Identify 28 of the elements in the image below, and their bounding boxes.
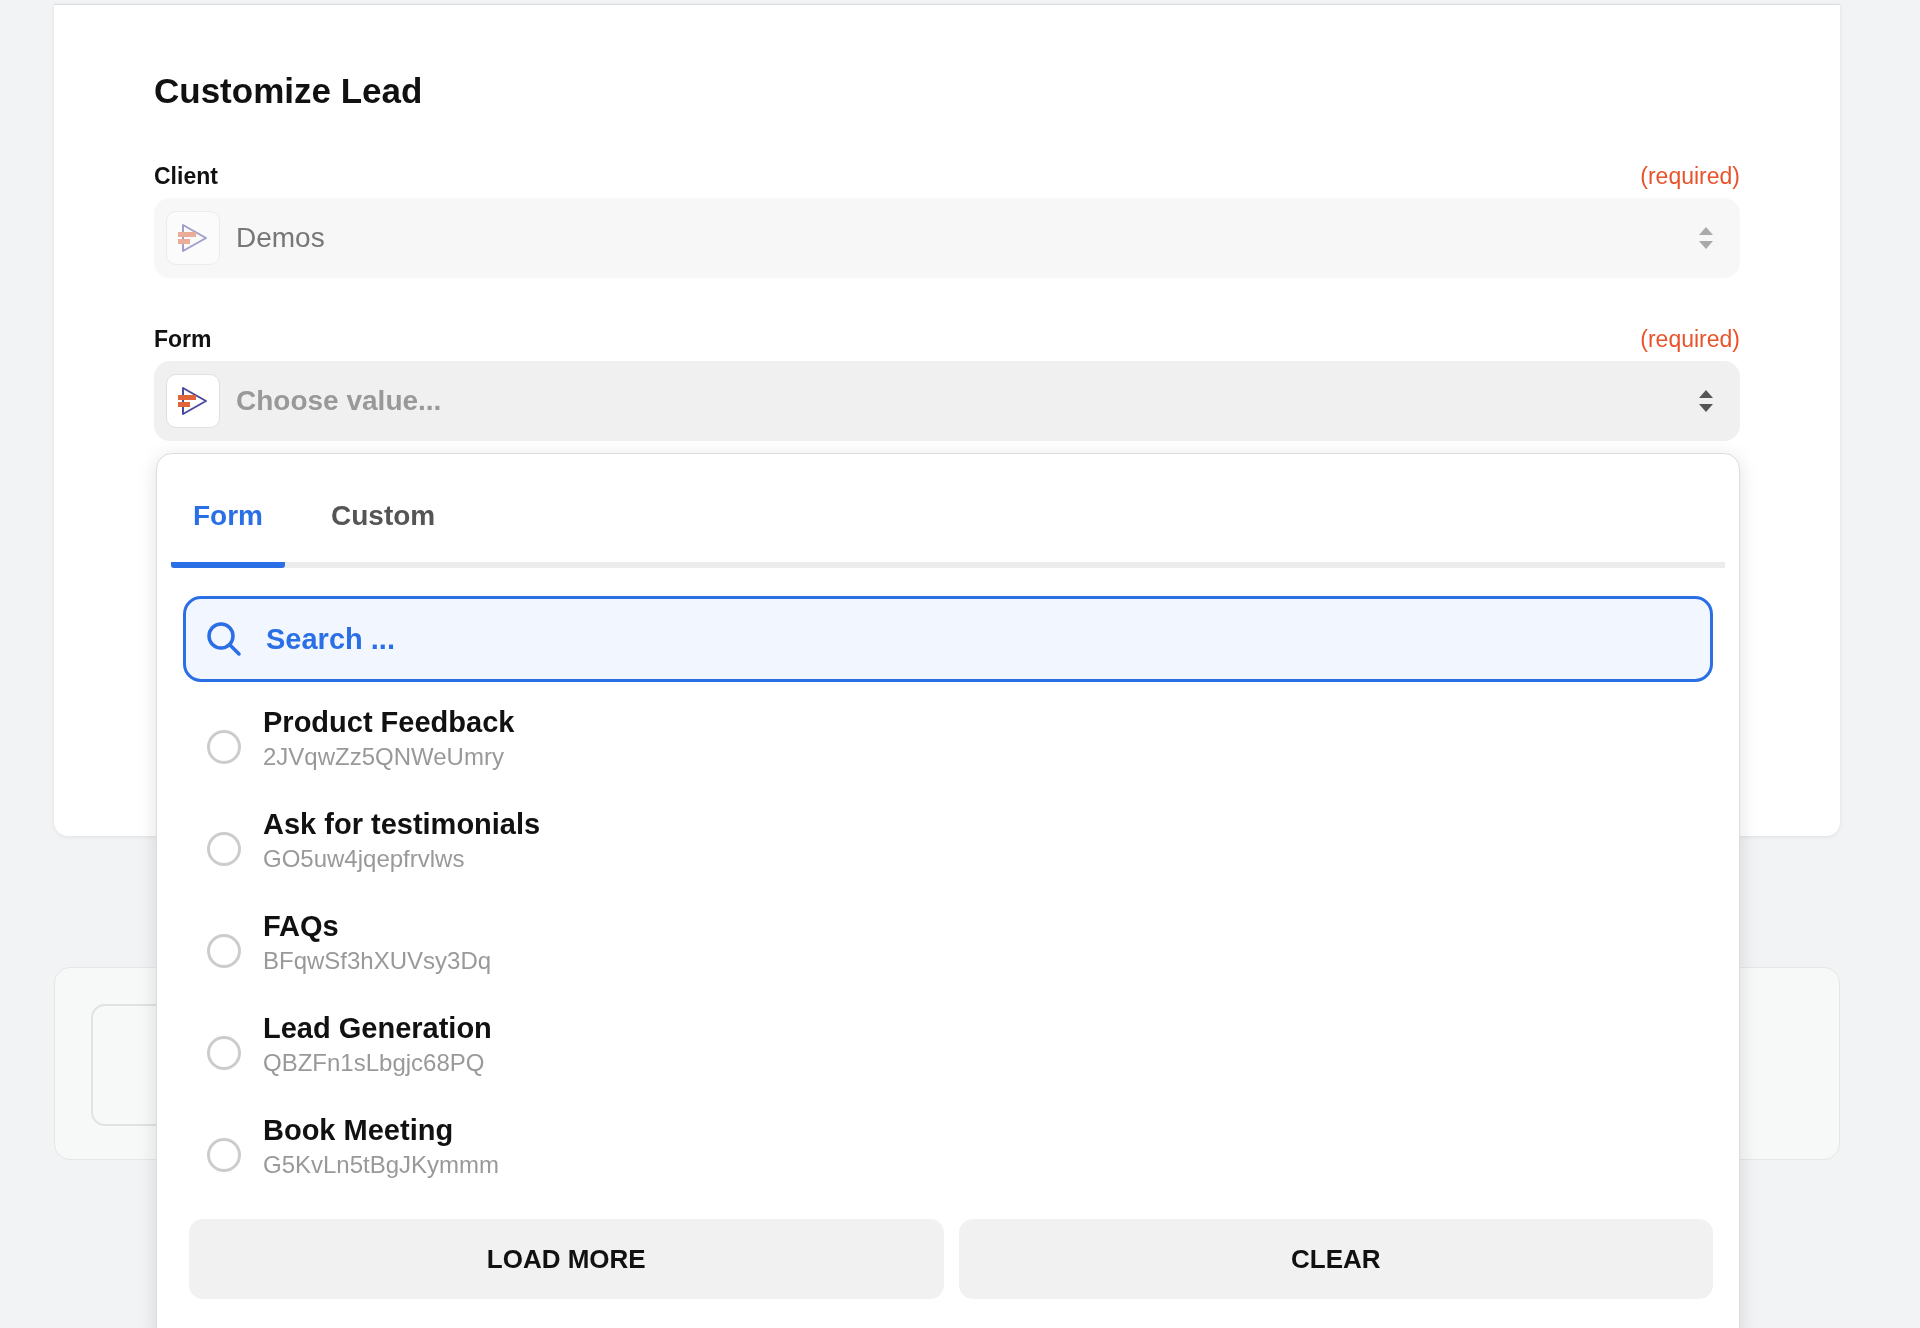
tab[interactable]: Form [171,482,285,568]
app-logo-icon [166,211,220,265]
action-button[interactable]: LOAD MORE [189,1219,944,1299]
option-name[interactable]: Lead Generation [263,1012,492,1045]
option-name[interactable]: Book Meeting [263,1114,500,1147]
tab[interactable]: Custom [309,482,458,568]
required-note: (required) [1640,326,1740,353]
required-note: (required) [1640,163,1740,190]
radio-button[interactable] [207,729,241,764]
radio-button[interactable] [207,1035,241,1070]
section-title: Customize Lead [154,71,424,111]
field-label: Client [154,163,218,190]
option-name[interactable]: Product Feedback [263,706,515,739]
radio-button[interactable] [207,831,241,866]
app-logo-icon [166,374,220,428]
option-id: BFqwSf3hXUVsy3Dq [263,947,492,975]
field-label: Form [154,326,212,353]
option-name[interactable]: Ask for testimonials [263,808,541,841]
option-id: G5KvLn5tBgJKymmm [263,1151,500,1179]
option-id: 2JVqwZz5QNWeUmry [263,743,505,771]
search-field[interactable]: Search ... [183,596,1713,682]
select-field[interactable]: Demos [154,198,1740,278]
radio-button[interactable] [207,933,241,968]
option-id: QBZFn1sLbgjc68PQ [263,1049,486,1077]
option-name[interactable]: FAQs [263,910,492,943]
action-button[interactable]: CLEAR [958,1219,1713,1299]
radio-button[interactable] [207,1137,241,1172]
option-id: GO5uw4jqepfrvlws [263,845,466,873]
